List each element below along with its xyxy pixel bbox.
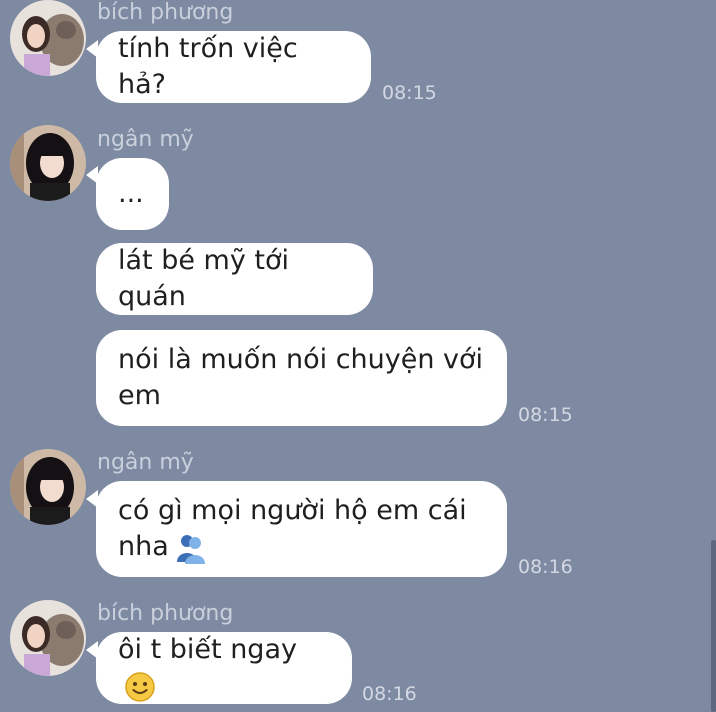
message-time: 08:16	[518, 556, 573, 578]
avatar-girl-with-cat-icon	[10, 600, 86, 676]
message-bubble[interactable]: lát bé mỹ tới quán	[96, 243, 373, 315]
avatar-girl-dark-hair-icon	[10, 125, 86, 201]
avatar[interactable]	[10, 0, 86, 76]
message-text: lát bé mỹ tới quán	[118, 245, 298, 312]
sender-name: bích phương	[97, 0, 234, 25]
chat-thread[interactable]: bích phương tính trốn việc hả? 08:15 ngâ…	[0, 0, 716, 712]
slightly-smiling-face-emoji-icon	[125, 671, 155, 702]
message-bubble[interactable]: ...	[96, 158, 169, 230]
hugging-people-emoji-icon	[176, 534, 205, 564]
message-time: 08:15	[518, 404, 573, 426]
message-text: có gì mọi người hộ em cái nha	[118, 493, 467, 565]
sender-name: ngân mỹ	[97, 127, 194, 152]
sender-name: bích phương	[97, 601, 234, 626]
message-bubble[interactable]: ôi t biết ngay	[96, 632, 352, 704]
avatar-girl-with-cat-icon	[10, 0, 86, 76]
avatar-girl-dark-hair-icon	[10, 449, 86, 525]
message-text-content: ôi t biết ngay	[118, 634, 297, 665]
avatar[interactable]	[10, 449, 86, 525]
message-text-content: có gì mọi người hộ em cái nha	[118, 495, 467, 562]
message-bubble[interactable]: có gì mọi người hộ em cái nha	[96, 481, 507, 577]
sender-name: ngân mỹ	[97, 450, 194, 475]
message-text: tính trốn việc hả?	[118, 33, 307, 100]
message-time: 08:15	[382, 82, 437, 104]
message-bubble[interactable]: nói là muốn nói chuyện với em	[96, 330, 507, 426]
message-text: ...	[118, 178, 144, 209]
message-text: nói là muốn nói chuyện với em	[118, 344, 484, 411]
scrollbar[interactable]	[711, 540, 716, 712]
message-text: ôi t biết ngay	[118, 632, 330, 704]
avatar[interactable]	[10, 600, 86, 676]
avatar[interactable]	[10, 125, 86, 201]
message-bubble[interactable]: tính trốn việc hả?	[96, 31, 371, 103]
message-time: 08:16	[362, 683, 417, 705]
